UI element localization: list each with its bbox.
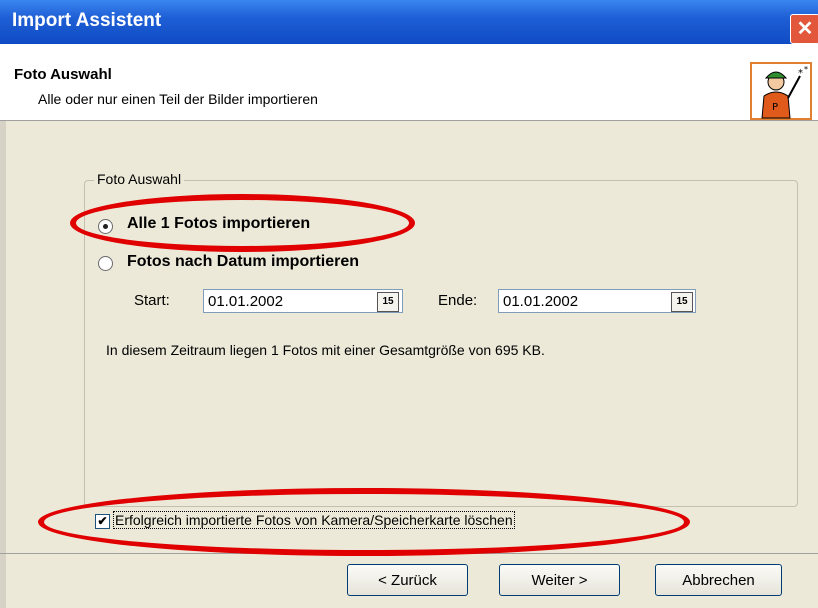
groupbox-legend: Foto Auswahl: [94, 171, 185, 187]
page-subtitle: Alle oder nur einen Teil der Bilder impo…: [38, 91, 318, 107]
svg-text:*: *: [804, 65, 808, 74]
start-calendar-icon[interactable]: 15: [377, 292, 399, 312]
highlight-ellipse-all-photos: [70, 194, 415, 252]
close-button[interactable]: ✕: [790, 14, 818, 44]
info-text: In diesem Zeitraum liegen 1 Fotos mit ei…: [106, 342, 545, 358]
page-title: Foto Auswahl: [14, 66, 112, 83]
start-label: Start:: [134, 292, 170, 309]
start-date-field[interactable]: 01.01.2002: [203, 289, 403, 313]
highlight-ellipse-delete-option: [38, 488, 690, 556]
end-label: Ende:: [438, 292, 478, 309]
radio-by-date[interactable]: [98, 256, 113, 271]
svg-text:P: P: [772, 102, 778, 113]
back-button[interactable]: < Zurück: [347, 564, 468, 596]
window-title: Import Assistent: [12, 10, 162, 31]
end-calendar-icon[interactable]: 15: [671, 292, 693, 312]
start-date-value: 01.01.2002: [208, 293, 284, 310]
wizard-photographer-icon: P * *: [750, 62, 812, 120]
radio-by-date-label[interactable]: Fotos nach Datum importieren: [127, 253, 359, 271]
end-date-field[interactable]: 01.01.2002: [498, 289, 696, 313]
window-edge: [0, 121, 6, 608]
svg-text:*: *: [798, 68, 803, 79]
next-button[interactable]: Weiter >: [499, 564, 620, 596]
cancel-button[interactable]: Abbrechen: [655, 564, 782, 596]
end-date-value: 01.01.2002: [503, 293, 579, 310]
wizard-header: [0, 44, 818, 121]
